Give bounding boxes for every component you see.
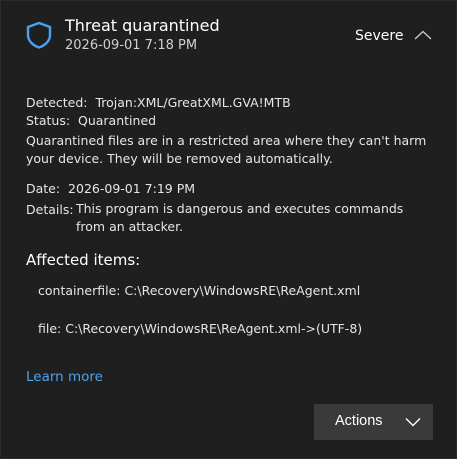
- learn-more-link[interactable]: Learn more: [26, 369, 103, 385]
- actions-label: Actions: [335, 413, 383, 429]
- quarantine-note-line1: Quarantined files are in a restricted ar…: [26, 133, 427, 148]
- threat-title: Threat quarantined: [65, 16, 220, 35]
- date-value: 2026-09-01 7:19 PM: [68, 181, 196, 196]
- chevron-up-icon[interactable]: [414, 30, 432, 40]
- details-value: This program is dangerous and executes c…: [76, 200, 426, 236]
- date-label: Date:: [26, 181, 61, 196]
- threat-header[interactable]: Threat quarantined 2026-09-01 7:18 PM Se…: [1, 1, 456, 75]
- status-value: Quarantined: [78, 113, 157, 128]
- affected-item: containerfile: C:\Recovery\WindowsRE\ReA…: [38, 283, 361, 298]
- detected-row: Detected: Trojan:XML/GreatXML.GVA!MTB: [26, 94, 291, 111]
- chevron-down-icon: [405, 418, 421, 427]
- details-line1: This program is dangerous and executes c…: [76, 201, 404, 216]
- detected-label: Detected:: [26, 95, 88, 110]
- shield-icon: [26, 21, 52, 49]
- detected-value: Trojan:XML/GreatXML.GVA!MTB: [95, 95, 291, 110]
- affected-item: file: C:\Recovery\WindowsRE\ReAgent.xml-…: [38, 321, 363, 336]
- severity-label: Severe: [355, 28, 404, 44]
- affected-items-heading: Affected items:: [26, 251, 141, 269]
- actions-button[interactable]: Actions: [314, 404, 433, 440]
- threat-timestamp: 2026-09-01 7:18 PM: [65, 38, 198, 53]
- details-label: Details:: [26, 202, 74, 217]
- threat-card: Threat quarantined 2026-09-01 7:18 PM Se…: [0, 0, 457, 459]
- details-line2: from an attacker.: [76, 219, 184, 234]
- status-row: Status: Quarantined: [26, 112, 156, 129]
- status-label: Status:: [26, 113, 71, 128]
- date-row: Date: 2026-09-01 7:19 PM: [26, 180, 195, 197]
- quarantine-note-line2: your device. They will be removed automa…: [26, 151, 333, 166]
